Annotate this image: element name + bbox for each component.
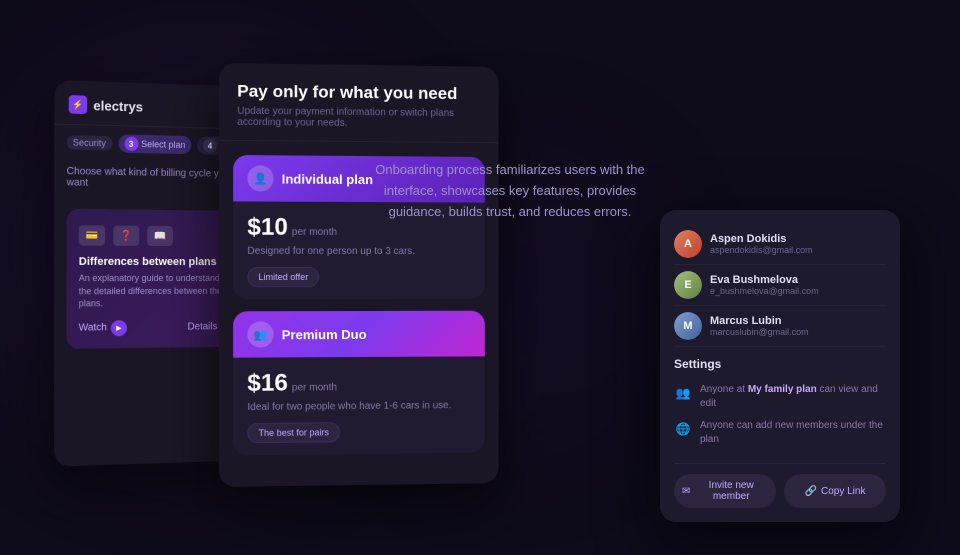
center-description-text: Onboarding process familiarizes users wi… — [370, 160, 650, 222]
watch-label: Watch — [79, 323, 107, 334]
user-avatar-marcus: M — [674, 312, 702, 340]
premium-price-amount: $16 — [247, 369, 287, 397]
premium-plan-header: 👥 Premium Duo — [233, 311, 485, 358]
individual-plan-desc: Designed for one person up to 3 cars. — [247, 246, 471, 257]
play-icon: ▶ — [111, 320, 127, 336]
settings-highlight-plan: My family plan — [748, 384, 817, 395]
step-select-plan[interactable]: 3 Select plan — [118, 134, 191, 154]
individual-plan-badge: Limited offer — [247, 267, 319, 287]
user-info-aspen: Aspen Dokidis aspendokidis@gmail.com — [710, 233, 813, 255]
step-3-num: 3 — [124, 137, 138, 152]
feature-desc: An explanatory guide to understand the d… — [79, 272, 230, 310]
settings-item-view: 👥 Anyone at My family plan can view and … — [674, 379, 886, 415]
premium-plan-avatar: 👥 — [247, 321, 273, 347]
individual-plan-name: Individual plan — [282, 171, 373, 187]
premium-plan-name: Premium Duo — [282, 326, 367, 341]
premium-plan-body: $16 per month Ideal for two people who h… — [233, 356, 485, 455]
settings-text-before: Anyone at — [700, 384, 748, 395]
settings-item-add: 🌐 Anyone can add new members under the p… — [674, 415, 886, 451]
settings-section: Settings 👥 Anyone at My family plan can … — [674, 357, 886, 451]
middle-card-subtitle: Update your payment information or switc… — [237, 106, 481, 131]
user-name-marcus: Marcus Lubin — [710, 315, 809, 327]
step-security-label: Security — [73, 137, 106, 148]
details-label: Details — [188, 322, 218, 333]
feature-icons: 💳 ❓ 📖 — [79, 225, 230, 246]
invite-member-button[interactable]: ✉ Invite new member — [674, 474, 776, 508]
avatar-letter-e: E — [674, 271, 702, 299]
step-4-num: 4 — [203, 138, 217, 152]
user-avatar-eva: E — [674, 271, 702, 299]
card-icon: 💳 — [79, 225, 105, 245]
individual-price-amount: $10 — [247, 214, 287, 242]
scene: ⚡ electrys Security 3 Select plan 4 Add … — [0, 0, 960, 555]
right-card-footer: ✉ Invite new member 🔗 Copy Link — [674, 463, 886, 508]
middle-card-title: Pay only for what you need — [237, 81, 481, 104]
feature-card: 💳 ❓ 📖 Differences between plans An expla… — [66, 209, 241, 349]
copy-link-button[interactable]: 🔗 Copy Link — [784, 474, 886, 508]
middle-card-header: Pay only for what you need Update your p… — [219, 63, 499, 143]
avatar-letter-a: A — [674, 230, 702, 258]
book-icon: 📖 — [147, 226, 173, 246]
center-description: Onboarding process familiarizes users wi… — [370, 160, 650, 222]
feature-actions: Watch ▶ Details → — [79, 319, 229, 336]
logo-text: electrys — [93, 97, 143, 114]
settings-text-add: Anyone can add new members under the pla… — [700, 419, 886, 447]
premium-plan-badge: The best for pairs — [247, 422, 340, 443]
step-security: Security — [67, 135, 112, 150]
user-item-eva: E Eva Bushmelova e_bushmelova@gmail.com — [674, 265, 886, 306]
premium-plan-desc: Ideal for two people who have 1-6 cars i… — [247, 400, 471, 413]
users-list: A Aspen Dokidis aspendokidis@gmail.com E… — [674, 224, 886, 347]
user-info-marcus: Marcus Lubin marcuslubin@gmail.com — [710, 315, 809, 337]
user-email-eva: e_bushmelova@gmail.com — [710, 286, 819, 296]
premium-price-period: per month — [292, 382, 337, 393]
middle-card: Pay only for what you need Update your p… — [219, 63, 499, 487]
globe-icon: 🌐 — [674, 420, 692, 438]
user-email-marcus: marcuslubin@gmail.com — [710, 327, 809, 337]
user-email-aspen: aspendokidis@gmail.com — [710, 245, 813, 255]
step-select-plan-label: Select plan — [141, 139, 185, 150]
link-icon: 🔗 — [805, 486, 817, 497]
copy-link-label: Copy Link — [821, 486, 865, 497]
user-item-aspen: A Aspen Dokidis aspendokidis@gmail.com — [674, 224, 886, 265]
logo-icon: ⚡ — [69, 95, 87, 114]
premium-plan-card[interactable]: 👥 Premium Duo $16 per month Ideal for tw… — [233, 311, 485, 456]
invite-icon: ✉ — [682, 486, 690, 497]
individual-price-period: per month — [292, 227, 337, 238]
user-info-eva: Eva Bushmelova e_bushmelova@gmail.com — [710, 274, 819, 296]
premium-plan-price: $16 per month — [247, 368, 471, 398]
question-icon: ❓ — [113, 226, 139, 246]
user-item-marcus: M Marcus Lubin marcuslubin@gmail.com — [674, 306, 886, 347]
user-name-aspen: Aspen Dokidis — [710, 233, 813, 245]
individual-plan-avatar: 👤 — [247, 165, 273, 191]
watch-button[interactable]: Watch ▶ — [79, 320, 127, 337]
avatar-letter-m: M — [674, 312, 702, 340]
right-card: A Aspen Dokidis aspendokidis@gmail.com E… — [660, 210, 900, 522]
invite-label: Invite new member — [694, 480, 768, 502]
user-name-eva: Eva Bushmelova — [710, 274, 819, 286]
feature-title: Differences between plans — [79, 256, 230, 268]
people-icon: 👥 — [674, 384, 692, 402]
settings-title: Settings — [674, 357, 886, 371]
user-avatar-aspen: A — [674, 230, 702, 258]
settings-text-view: Anyone at My family plan can view and ed… — [700, 383, 886, 411]
